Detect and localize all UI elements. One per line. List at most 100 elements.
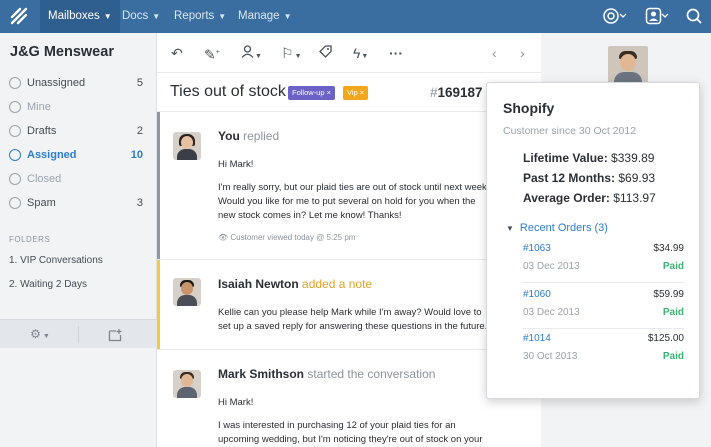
subject-bar: Ties out of stock Follow-up × Vip × #169…: [157, 73, 541, 112]
folder-closed[interactable]: Closed: [0, 167, 157, 191]
order-amount: $125.00: [647, 333, 684, 344]
order-status: Paid: [662, 261, 684, 272]
thread-body-paragraph: I'm really sorry, but our plaid ties are…: [218, 182, 490, 221]
stat-label: Lifetime Value:: [523, 151, 608, 165]
thread-body-paragraph: Kellie can you please help Mark while I'…: [218, 307, 488, 332]
folder-spam[interactable]: Spam 3: [0, 191, 157, 215]
stat-label: Average Order:: [523, 191, 610, 205]
more-icon[interactable]: ···: [389, 45, 403, 61]
customer-since: Customer since 30 Oct 2012: [503, 125, 637, 137]
order-number-link[interactable]: #1014: [523, 333, 551, 344]
thread-reply: You replied 3 Hi Mark! I'm really sorry,…: [157, 112, 541, 260]
conversation-number: #169187: [430, 85, 483, 100]
reply-icon[interactable]: ↶: [171, 45, 183, 61]
top-navigation: Mailboxes ▼ Docs ▼ Reports ▼ Manage ▼: [0, 0, 711, 33]
assign-icon[interactable]: ▼: [241, 45, 262, 61]
chevron-down-icon: ▼: [283, 12, 292, 21]
thread-action: replied: [243, 129, 280, 143]
stat-label: Past 12 Months:: [523, 171, 616, 185]
thread-action: started the conversation: [307, 367, 436, 381]
folder-drafts[interactable]: Drafts 2: [0, 119, 157, 143]
thread-header: You replied: [218, 129, 279, 143]
search-icon[interactable]: [684, 7, 708, 25]
mailbox-sidebar: J&G Menswear Unassigned 5 Mine Drafts 2 …: [0, 33, 157, 447]
order-number-link[interactable]: #1063: [523, 243, 551, 254]
order-number-link[interactable]: #1060: [523, 289, 551, 300]
chevron-down-icon: ▼: [294, 53, 302, 60]
folder-label: Closed: [27, 173, 62, 185]
order-date: 30 Oct 2013: [523, 351, 578, 362]
avatar: [173, 370, 201, 398]
order-status: Paid: [662, 307, 684, 318]
archive-icon: [9, 173, 21, 185]
nav-docs[interactable]: Docs ▼: [114, 0, 168, 33]
folder-mine[interactable]: Mine: [0, 95, 157, 119]
recent-orders-label: Recent Orders (3): [519, 222, 608, 234]
settings-button[interactable]: ⚙ ▼: [26, 320, 54, 349]
stat-value: $113.97: [613, 191, 656, 205]
spam-icon: [9, 197, 21, 209]
order-date: 03 Dec 2013: [523, 261, 580, 272]
conversation-subject: Ties out of stock: [170, 83, 286, 100]
tag-icon[interactable]: [319, 45, 332, 61]
note-icon[interactable]: ✎+: [204, 45, 220, 63]
nav-reports[interactable]: Reports ▼: [166, 0, 234, 33]
recent-orders-toggle[interactable]: ▼ Recent Orders (3): [506, 222, 608, 234]
nav-manage[interactable]: Manage ▼: [230, 0, 299, 33]
footer-divider: [78, 326, 79, 343]
stat-lifetime-value: Lifetime Value: $339.89: [523, 151, 654, 165]
new-folder-icon: [108, 328, 122, 341]
avatar: [173, 278, 201, 306]
order-row: #1063 $34.99 03 Dec 2013 Paid: [523, 243, 684, 283]
thread-header: Isaiah Newton added a note: [218, 277, 372, 291]
status-flag-icon[interactable]: ⚐▼: [281, 45, 302, 61]
conversation-number-value: 169187: [437, 85, 483, 100]
thread-action: added a note: [302, 277, 373, 291]
gear-icon: ⚙: [30, 327, 41, 341]
folder-assigned[interactable]: Assigned 10: [0, 143, 157, 167]
folder-count: 10: [130, 149, 143, 161]
chevron-down-icon: ▼: [40, 333, 50, 340]
previous-icon[interactable]: ‹: [492, 45, 497, 61]
shopify-title: Shopify: [503, 100, 555, 116]
next-icon[interactable]: ›: [520, 45, 525, 61]
custom-folder-vip[interactable]: 1. VIP Conversations: [9, 255, 103, 266]
chevron-down-icon: ▼: [218, 12, 227, 21]
folder-count: 3: [136, 197, 143, 209]
stat-past-12-months: Past 12 Months: $69.93: [523, 171, 655, 185]
assigned-icon: [9, 149, 21, 161]
folder-label: Mine: [27, 101, 51, 113]
help-icon[interactable]: [603, 7, 627, 25]
folders-section-label: FOLDERS: [9, 235, 51, 244]
tag-vip[interactable]: Vip ×: [343, 86, 369, 100]
workflow-icon[interactable]: ϟ▼: [353, 45, 368, 61]
folder-label: Unassigned: [27, 77, 86, 89]
thread-body-line: Hi Mark!: [218, 397, 254, 408]
chevron-down-icon: ▼: [103, 12, 112, 21]
custom-folder-waiting[interactable]: 2. Waiting 2 Days: [9, 279, 87, 290]
customer-avatar[interactable]: [608, 46, 648, 86]
folder-label: Spam: [27, 197, 56, 209]
note-indicator: [157, 260, 160, 349]
folder-unassigned[interactable]: Unassigned 5: [0, 71, 157, 95]
chevron-down-icon: ▼: [255, 53, 262, 60]
nav-mailboxes[interactable]: Mailboxes ▼: [40, 0, 120, 33]
thread-author: Mark Smithson: [218, 367, 305, 381]
order-status: Paid: [662, 351, 684, 362]
conversation-number-prefix: #: [430, 85, 438, 100]
user-icon[interactable]: [645, 7, 669, 25]
thread-customer: Mark Smithson started the conversation 4…: [157, 350, 541, 447]
order-amount: $59.99: [653, 289, 684, 300]
chevron-down-icon: ▼: [152, 12, 161, 21]
order-row: #1014 $125.00 30 Oct 2013 Paid: [523, 333, 684, 373]
new-folder-button[interactable]: [104, 320, 126, 349]
stat-average-order: Average Order: $113.97: [523, 191, 656, 205]
eye-icon: 👁: [218, 233, 229, 242]
folder-label: Assigned: [27, 149, 77, 161]
order-date: 03 Dec 2013: [523, 307, 580, 318]
thread-header: Mark Smithson started the conversation: [218, 367, 435, 381]
helpscout-logo-icon[interactable]: [10, 7, 28, 25]
caret-down-icon: ▼: [506, 224, 514, 233]
tag-follow-up[interactable]: Follow-up ×: [288, 86, 335, 100]
order-row: #1060 $59.99 03 Dec 2013 Paid: [523, 289, 684, 329]
